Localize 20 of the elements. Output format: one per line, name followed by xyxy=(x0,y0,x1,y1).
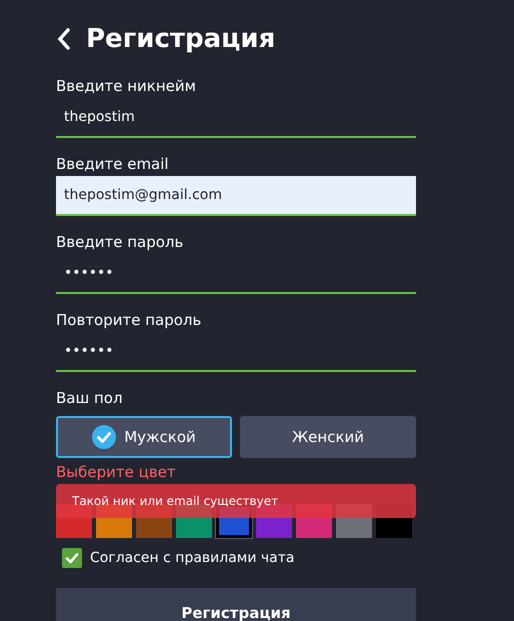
page-title: Регистрация xyxy=(86,24,276,54)
field-label: Введите email xyxy=(56,154,170,175)
register-button[interactable]: Регистрация xyxy=(56,588,416,621)
gender-option[interactable]: Мужской xyxy=(56,416,232,458)
back-icon[interactable] xyxy=(56,27,72,51)
input-field[interactable]: •••••• xyxy=(56,332,416,372)
check-icon xyxy=(92,425,116,449)
field-label: Выберите цвет xyxy=(56,462,177,483)
checkbox-label: Согласен с правилами чата xyxy=(90,550,294,566)
field-label: Повторите пароль xyxy=(56,310,202,331)
checkbox[interactable] xyxy=(62,548,82,568)
input-field[interactable]: thepostim xyxy=(56,98,416,138)
field-label: Ваш пол xyxy=(56,388,124,409)
input-field[interactable]: thepostim@gmail.com xyxy=(56,176,416,216)
check-icon xyxy=(65,551,79,565)
field-label: Введите пароль xyxy=(56,232,184,253)
error-toast: Такой ник или email существует xyxy=(56,484,416,518)
field-label: Введите никнейм xyxy=(56,76,197,97)
input-field[interactable]: •••••• xyxy=(56,254,416,294)
gender-option[interactable]: Женский xyxy=(240,416,416,458)
